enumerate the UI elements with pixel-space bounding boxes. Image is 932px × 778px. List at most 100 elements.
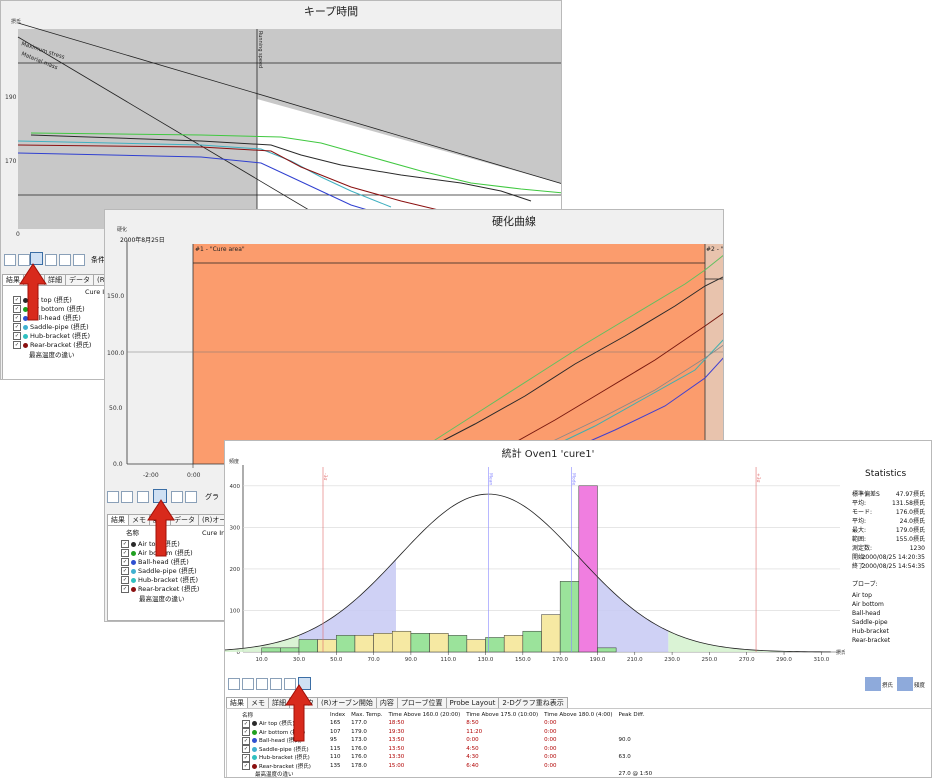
probe-dot-icon [131,559,136,565]
histo-x-tick: 90.0 [405,657,418,663]
checkbox[interactable]: ✓ [242,753,250,762]
marker-label: +3σ [755,473,761,483]
stat-value: 2000/08/25 14:54:35 [861,563,925,570]
table-header[interactable]: Index [327,711,348,719]
checkbox[interactable]: ✓ [13,341,21,349]
checkbox[interactable]: ✓ [121,576,129,584]
table-row[interactable]: ✓ Hub-bracket (摂氏) 110 176.0 13:30 4:30 0:00 63… [239,753,655,762]
toolbar-btn-2[interactable] [121,491,133,503]
cell-t180: 0:00 [544,737,557,744]
probe-row-6[interactable]: ✓ Rear-bracket (摂氏) [121,585,199,593]
checkbox[interactable]: ✓ [13,332,21,340]
row-name-cell: ✓ Hub-bracket (摂氏) [239,753,327,762]
toolbar-btn-2[interactable] [242,678,254,690]
footer-value: 27.0 @ 1:50 [618,771,653,777]
cell-t180: 0:00 [544,745,557,752]
toolbar-btn-1[interactable] [107,491,119,503]
cell-peak: 63.0 [618,754,631,761]
probe-name: Rear-bracket [852,637,891,644]
cell-index: 107 [330,728,341,735]
histogram-bar [559,581,580,653]
probe-dot-icon [252,763,257,769]
probe-row-4[interactable]: ✓ Saddle-pipe (摂氏) [13,323,89,331]
cell-t160: 13:30 [388,754,405,761]
stat-value: 1230 [909,545,925,552]
toolbar-btn-6[interactable] [73,254,85,266]
probe-label: Saddle-pipe (摂氏) [30,323,89,331]
stat-key: 標準偏差S [852,491,880,498]
keep-time-x-tick: 0 [16,231,20,238]
legend-label-frequency: 頻度 [914,683,926,689]
table-header[interactable]: Time Above 160.0 (20:00) [385,711,463,719]
probe-row-3[interactable]: ✓ Ball-head (摂氏) [121,558,189,566]
histo-x-tick: 150.0 [515,657,531,663]
cell-index: 110 [330,754,341,761]
red-arrow-1-icon [19,263,47,321]
probe-footer: 最高温度の違い [139,595,185,603]
cell-index: 165 [330,720,341,727]
checkbox[interactable]: ✓ [242,745,250,753]
cure-x-tick-1: -2:00 [143,472,159,479]
checkbox[interactable]: ✓ [242,736,250,745]
probe-dot-icon [252,738,257,743]
checkbox[interactable]: ✓ [242,728,250,736]
probe-dot-icon [23,342,28,348]
checkbox[interactable]: ✓ [121,540,129,548]
probe-label: Rear-bracket (摂氏) [30,341,92,349]
legend-swatch-celsius[interactable] [865,677,881,691]
cell-t180: 0:00 [544,720,557,727]
probe-row-6[interactable]: ✓ Rear-bracket (摂氏) [13,341,91,349]
histogram-bar [447,635,468,653]
probe-row-5[interactable]: ✓ Hub-bracket (摂氏) [121,576,198,584]
toolbar-btn-4[interactable] [270,678,282,690]
probes-heading: プローブ: [852,581,878,588]
probe-row-5[interactable]: ✓ Hub-bracket (摂氏) [13,332,90,340]
toolbar-btn-6[interactable] [185,491,197,503]
cell-t175: 4:50 [466,745,479,752]
checkbox[interactable]: ✓ [13,323,21,331]
checkbox[interactable]: ✓ [121,585,129,593]
toolbar-btn-1[interactable] [4,254,16,266]
table-header[interactable]: Time Above 180.0 (4:00) [541,711,615,719]
table-header[interactable]: Time Above 175.0 (10:00) [463,711,541,719]
stat-key: 範囲: [852,536,867,543]
histo-x-tick: 10.0 [256,657,269,663]
probe-dot-icon [23,324,28,330]
stat-value: 2000/08/25 14:20:35 [861,554,925,561]
table-header[interactable]: Max. Temp. [348,711,385,719]
table-row[interactable]: ✓ Rear-bracket (摂氏) 135 178.0 15:00 6:40 0:00 [239,762,655,770]
cell-t175: 0:00 [466,737,479,744]
cell-t180: 0:00 [544,754,557,761]
checkbox[interactable]: ✓ [121,558,129,566]
cure-curve-title: 硬化曲線 [492,215,536,228]
cell-max: 173.0 [351,737,367,744]
legend-swatch-frequency[interactable] [897,677,913,691]
checkbox[interactable]: ✓ [121,567,129,575]
checkbox[interactable]: ✓ [242,762,250,770]
toolbar-btn-3[interactable] [256,678,268,690]
stat-value: 47.97摂氏 [895,491,925,498]
histo-x-tick: 170.0 [552,657,568,663]
probe-name: Hub-bracket [852,628,889,635]
cell-peak: 90.0 [618,737,631,744]
histogram-bar [317,639,337,653]
probe-label: Hub-bracket (摂氏) [138,576,199,584]
histo-x-tick: 230.0 [664,657,680,663]
toolbar-btn-5[interactable] [59,254,71,266]
histo-x-tick: 30.0 [293,657,306,663]
toolbar-btn-1[interactable] [228,678,240,690]
histogram-bar [298,639,318,653]
stat-key: 平均: [852,518,867,525]
empty-cell [463,770,541,777]
cure-y-tick-100: 100.0 [107,350,124,357]
histo-x-tick: 50.0 [330,657,343,663]
cure-y-tick-150: 150.0 [107,293,124,300]
checkbox[interactable]: ✓ [121,549,129,557]
probe-row-4[interactable]: ✓ Saddle-pipe (摂氏) [121,567,197,575]
probe-dot-icon [252,721,257,726]
table-header[interactable]: Peak Diff. [616,711,656,719]
probe-name: Ball-head [852,610,881,617]
checkbox[interactable]: ✓ [242,719,250,728]
table-row[interactable]: ✓ Saddle-pipe (摂氏) 115 176.0 13:50 4:50 0:00 [239,745,655,753]
histogram-bar [392,630,412,653]
